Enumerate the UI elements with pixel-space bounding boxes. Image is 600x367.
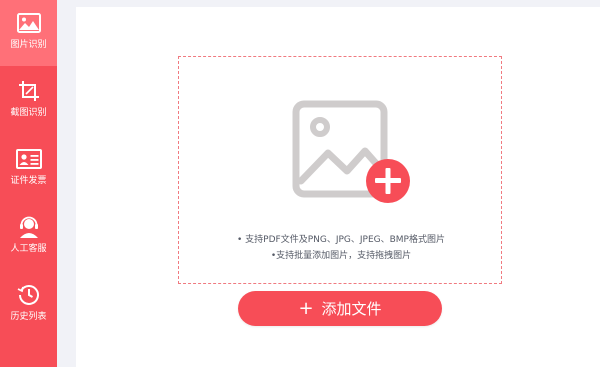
sidebar-item-label: 人工客服 [10, 244, 47, 254]
sidebar-item-label: 图片识别 [10, 40, 47, 50]
format-hint: • 支持PDF文件及PNG、JPG、JPEG、BMP格式图片 [236, 235, 445, 245]
history-icon [15, 282, 43, 308]
sidebar-item-label: 证件发票 [10, 176, 47, 186]
image-icon [15, 10, 43, 36]
add-file-button[interactable]: + 添加文件 [238, 291, 442, 326]
add-file-label: 添加文件 [321, 300, 382, 318]
id-card-icon [15, 146, 43, 172]
sidebar-item-image-recognition[interactable]: 图片识别 [0, 0, 57, 66]
upload-dropzone[interactable]: • 支持PDF文件及PNG、JPG、JPEG、BMP格式图片 •支持批量添加图片… [178, 56, 502, 284]
plus-icon: + [298, 297, 314, 319]
sidebar-item-id-invoice[interactable]: 证件发票 [0, 136, 57, 202]
crop-icon [15, 78, 43, 104]
batch-hint: •支持批量添加图片，支持拖拽图片 [270, 251, 412, 261]
sidebar-item-screenshot-recognition[interactable]: 截图识别 [0, 68, 57, 134]
sidebar-item-label: 历史列表 [10, 312, 47, 322]
sidebar-item-history[interactable]: 历史列表 [0, 272, 57, 338]
headset-icon [15, 214, 43, 240]
sidebar-item-customer-service[interactable]: 人工客服 [0, 204, 57, 270]
sidebar-item-label: 截图识别 [10, 108, 47, 118]
image-placeholder-icon [292, 100, 410, 203]
sidebar: 图片识别 截图识别 证件发票 人工客服 历史列表 [0, 0, 57, 367]
